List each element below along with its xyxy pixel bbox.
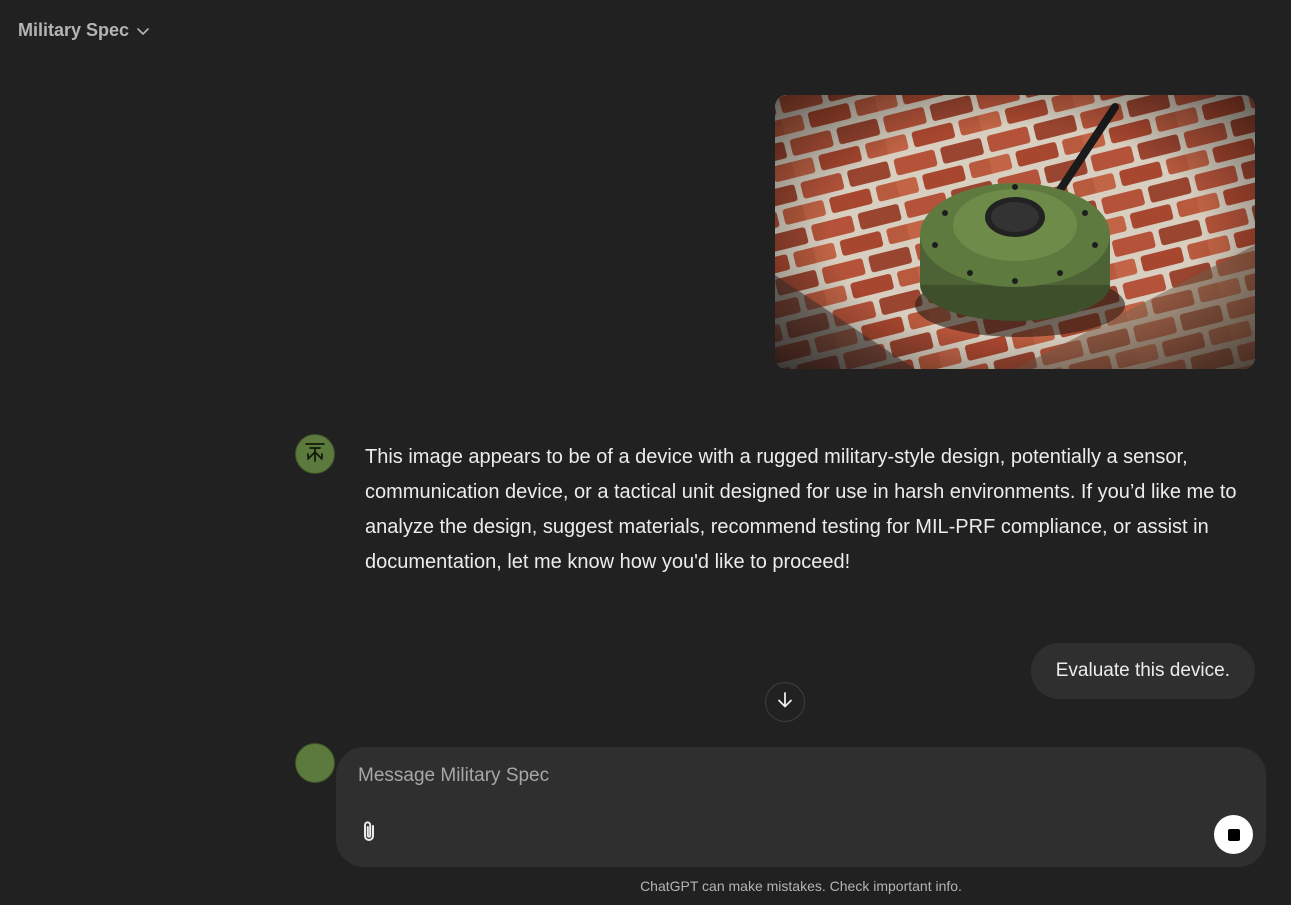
paperclip-icon bbox=[358, 819, 380, 850]
user-message-text: Evaluate this device. bbox=[1055, 660, 1230, 681]
gpt-logo-icon bbox=[303, 440, 327, 469]
message-input[interactable] bbox=[358, 765, 1198, 787]
model-selector[interactable]: Military Spec bbox=[10, 14, 159, 47]
chat-page: Military Spec This image appears to be o… bbox=[0, 0, 1291, 905]
assistant-message: This image appears to be of a device wit… bbox=[365, 446, 1237, 573]
scroll-to-bottom-button[interactable] bbox=[765, 682, 805, 722]
user-uploaded-image[interactable] bbox=[775, 95, 1255, 369]
chevron-down-icon bbox=[135, 23, 151, 39]
attach-file-button[interactable] bbox=[354, 819, 384, 849]
user-message-bubble: Evaluate this device. bbox=[1030, 643, 1255, 699]
stop-icon bbox=[1227, 828, 1240, 841]
message-composer bbox=[336, 747, 1266, 867]
assistant-avatar-partial bbox=[295, 743, 335, 783]
arrow-down-icon bbox=[775, 690, 795, 715]
disclaimer-text: ChatGPT can make mistakes. Check importa… bbox=[640, 878, 962, 894]
assistant-avatar bbox=[295, 434, 335, 474]
stop-generating-button[interactable] bbox=[1214, 815, 1253, 854]
model-name: Military Spec bbox=[18, 20, 130, 40]
